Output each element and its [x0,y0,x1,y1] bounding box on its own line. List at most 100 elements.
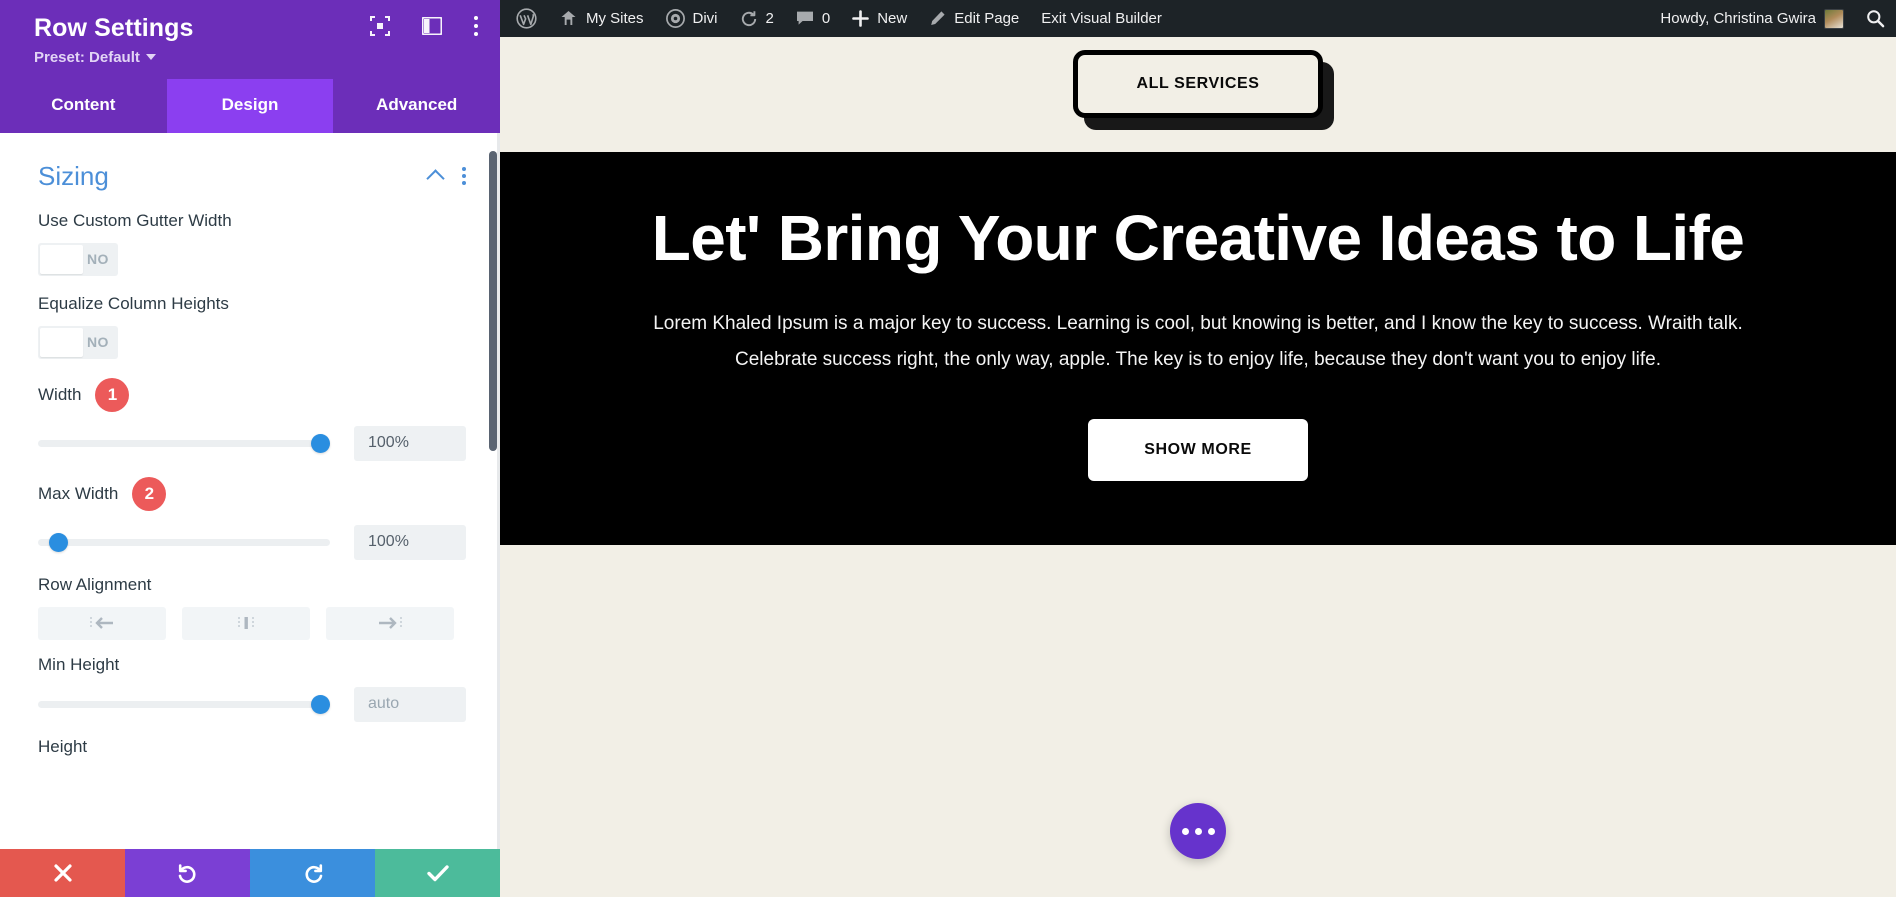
panel-scrollbar[interactable] [489,150,497,451]
min-height-slider-row: auto [38,686,466,722]
width-input[interactable]: 100% [354,425,466,461]
max-width-slider-row: 100% [38,524,466,560]
align-right-icon [379,617,402,630]
comments-count: 0 [821,10,831,27]
show-more-button[interactable]: SHOW MORE [1088,418,1308,481]
admin-bar-exit-visual-builder[interactable]: Exit Visual Builder [1030,0,1173,37]
field-label: Width 1 [38,377,466,412]
section-more-options-icon[interactable] [462,167,466,186]
redo-icon [305,864,322,883]
width-slider-row: 100% [38,425,466,461]
redo-button[interactable] [250,849,375,897]
my-sites-icon [561,11,576,25]
annotation-badge-1: 1 [95,377,130,412]
field-max-width: Max Width 2 100% [0,467,500,566]
admin-bar-comments[interactable]: 0 [785,0,841,37]
slider-thumb[interactable] [311,694,330,714]
tab-content[interactable]: Content [0,78,167,133]
align-center-button[interactable] [182,606,310,640]
admin-bar-new[interactable]: New [841,0,918,37]
admin-bar-label: Divi [692,10,718,27]
row-settings-panel: Row Settings Preset: Default Content Des… [0,0,501,897]
panel-edge [497,132,500,849]
width-slider[interactable] [38,428,330,458]
undo-button[interactable] [125,849,250,897]
field-label: Use Custom Gutter Width [38,210,232,230]
avatar [1824,8,1844,29]
hero-heading: Let' Bring Your Creative Ideas to Life [651,202,1745,274]
row-alignment-group [38,606,466,640]
visual-builder-screen: Row Settings Preset: Default Content Des… [0,0,1896,897]
panel-body: Sizing Use Custom Gutter Width NO Equali… [0,132,500,849]
settings-scroll-area: Sizing Use Custom Gutter Width NO Equali… [0,133,500,785]
admin-bar-updates[interactable]: 2 [729,0,785,37]
more-options-icon[interactable] [474,16,478,36]
toggle-knob [40,327,83,357]
updates-icon [741,10,756,26]
close-icon [53,864,72,882]
panel-header-icons [370,16,478,36]
align-right-button[interactable] [326,606,454,640]
slider-track [38,700,330,708]
admin-bar-label: Exit Visual Builder [1041,10,1162,27]
admin-bar-my-sites[interactable]: My Sites [548,0,655,37]
section-actions [428,167,466,186]
fab-dot [1207,827,1215,835]
preset-selector[interactable]: Preset: Default [34,49,156,66]
field-label: Row Alignment [38,574,152,594]
field-label: Min Height [38,654,120,674]
max-width-slider[interactable] [38,527,330,557]
slider-track [38,439,330,447]
updates-count: 2 [765,10,774,27]
chevron-down-icon [145,54,156,61]
admin-bar-label: New [877,10,908,27]
admin-bar-label: My Sites [586,10,644,27]
panel-layout-icon[interactable] [422,17,442,35]
undo-icon [178,864,195,883]
toggle-value: NO [87,334,109,351]
align-left-button[interactable] [38,606,166,640]
plus-icon [852,10,870,27]
tab-design[interactable]: Design [166,78,334,133]
admin-bar-divi[interactable]: Divi [655,0,729,37]
slider-track [38,538,330,546]
admin-bar-search[interactable] [1855,0,1896,37]
toggle-knob [40,244,83,274]
field-height: Height [0,728,500,775]
chevron-up-icon[interactable] [428,168,444,184]
sizing-section-header: Sizing [0,133,500,202]
gutter-width-toggle[interactable]: NO [38,242,118,276]
page-canvas: ALL SERVICES Let' Bring Your Creative Id… [500,37,1896,897]
align-center-icon [238,617,254,630]
all-services-button[interactable]: ALL SERVICES [1073,50,1323,118]
equalize-heights-toggle[interactable]: NO [38,325,118,359]
hero-paragraph: Lorem Khaled Ipsum is a major key to suc… [653,313,1743,370]
preset-label: Preset: Default [34,48,140,66]
tab-advanced[interactable]: Advanced [333,78,501,133]
min-height-slider[interactable] [38,689,330,719]
min-height-input[interactable]: auto [354,686,466,722]
settings-tabs: Content Design Advanced [0,78,501,133]
section-title: Sizing [38,160,109,191]
checkmark-icon [426,865,449,882]
admin-bar-howdy[interactable]: Howdy, Christina Gwira [1649,0,1855,37]
discard-button[interactable] [0,849,125,897]
save-button[interactable] [375,849,500,897]
divi-icon [665,9,685,28]
field-equalize-column-heights: Equalize Column Heights NO [0,285,500,368]
slider-thumb[interactable] [311,433,330,453]
admin-bar-wordpress-logo[interactable] [500,0,548,37]
max-width-input[interactable]: 100% [354,524,466,560]
slider-thumb[interactable] [49,532,68,552]
admin-bar-edit-page[interactable]: Edit Page [918,0,1030,37]
admin-bar-label: Edit Page [954,10,1020,27]
more-actions-fab[interactable] [1170,803,1226,859]
all-services-row: ALL SERVICES [500,37,1896,118]
toggle-value: NO [87,251,109,268]
field-width: Width 1 100% [0,368,500,467]
field-label: Height [38,736,88,756]
focus-icon[interactable] [370,16,390,36]
fab-dot [1181,827,1189,835]
pencil-icon [931,11,945,25]
howdy-label: Howdy, Christina Gwira [1660,10,1816,27]
